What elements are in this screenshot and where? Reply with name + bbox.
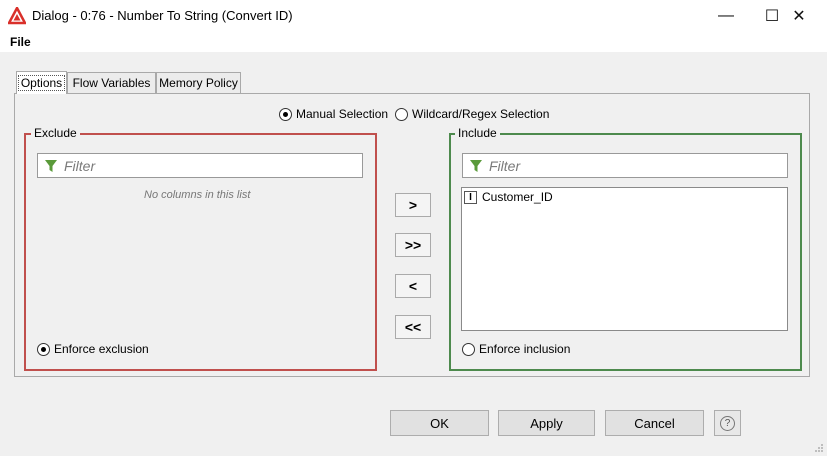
radio-label: Enforce exclusion [54,342,149,356]
wildcard-regex-selection-radio[interactable]: Wildcard/Regex Selection [395,107,549,121]
include-column-list [461,187,788,331]
empty-list-message: No columns in this list [144,189,251,201]
minimize-icon: — [718,7,734,24]
minimize-button[interactable]: — [703,0,749,32]
tab-memory-policy[interactable]: Memory Policy [156,72,241,93]
integer-type-icon: I [464,190,477,204]
knime-triangle-icon [8,7,26,25]
radio-indicator [462,342,475,356]
enforce-exclusion-radio[interactable]: Enforce exclusion [37,342,149,356]
cancel-button[interactable]: Cancel [605,410,704,436]
add-all-button[interactable]: >> [395,233,431,257]
radio-label: Wildcard/Regex Selection [412,107,550,121]
filter-placeholder: Filter [64,157,96,174]
funnel-icon [470,159,482,172]
radio-label: Enforce inclusion [479,342,571,356]
tab-options[interactable]: Options [16,71,67,94]
list-item-customer-id[interactable]: I Customer_ID [464,190,553,204]
menu-bar [0,32,827,52]
close-button[interactable]: ✕ [776,0,822,32]
radio-label: Manual Selection [296,107,389,121]
add-button[interactable]: > [395,193,431,217]
exclude-legend: Exclude [31,126,80,140]
close-icon: ✕ [792,8,806,25]
apply-button[interactable]: Apply [498,410,595,436]
enforce-inclusion-radio[interactable]: Enforce inclusion [462,342,570,356]
ok-button[interactable]: OK [390,410,489,436]
radio-indicator [395,107,408,121]
exclude-filter-input[interactable]: Filter [37,153,363,178]
tab-label: Memory Policy [159,76,238,90]
include-legend: Include [455,126,500,140]
include-filter-input[interactable]: Filter [462,153,788,178]
column-name: Customer_ID [482,190,553,204]
help-button[interactable]: ? [714,410,741,436]
tab-label: Flow Variables [72,76,151,90]
remove-button[interactable]: < [395,274,431,298]
remove-all-button[interactable]: << [395,315,431,339]
tab-flow-variables[interactable]: Flow Variables [67,72,156,93]
resize-grip-icon[interactable] [814,443,824,453]
radio-indicator [37,342,50,356]
funnel-icon [45,159,57,172]
radio-indicator [279,107,292,121]
filter-placeholder: Filter [489,157,521,174]
tab-label: Options [17,75,66,91]
question-circle-icon: ? [720,415,735,431]
window-title: Dialog - 0:76 - Number To String (Conver… [32,8,293,23]
manual-selection-radio[interactable]: Manual Selection [279,107,388,121]
menu-item-file[interactable]: File [10,35,31,49]
